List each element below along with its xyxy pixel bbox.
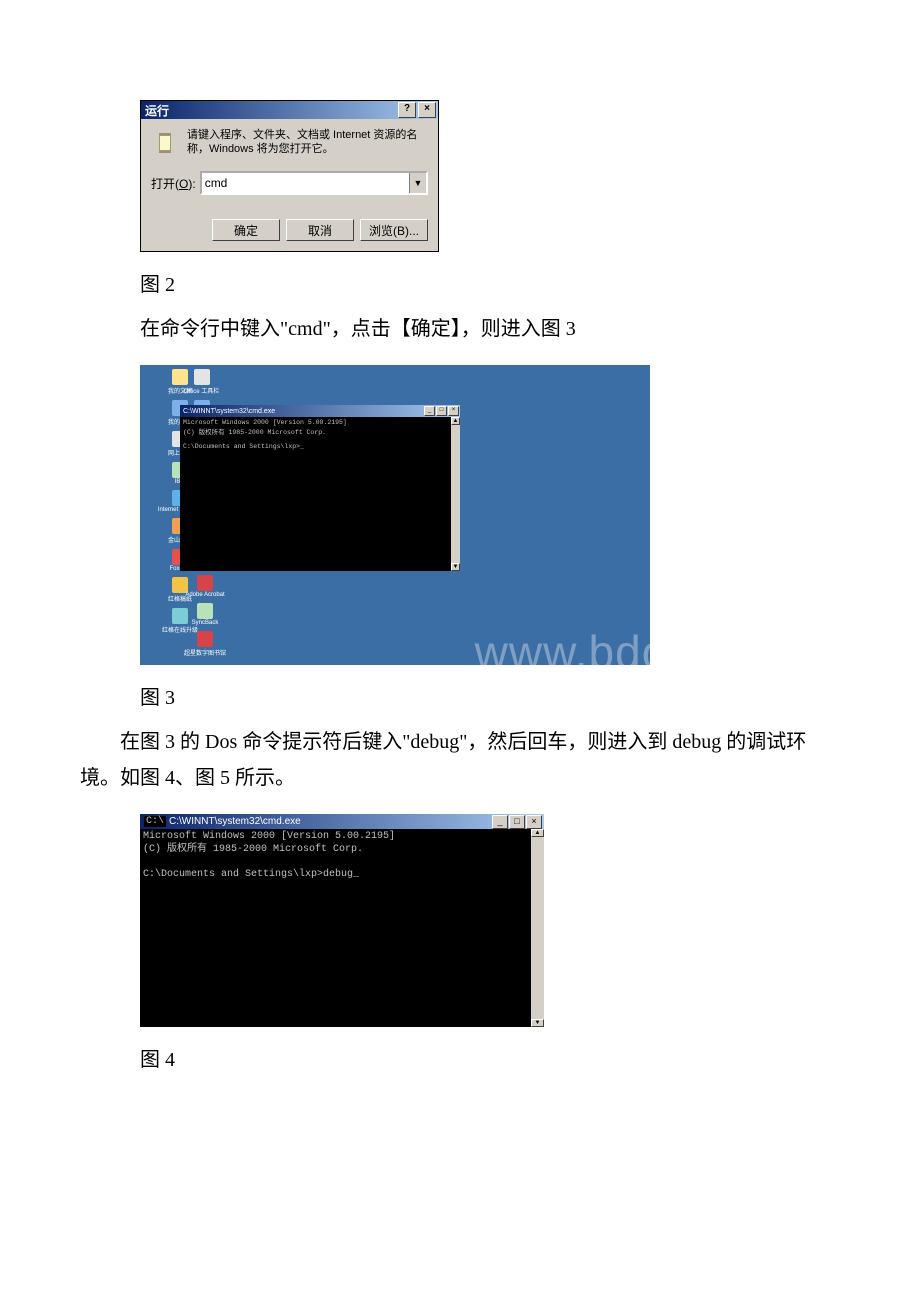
figure3-caption: 图 3 [140, 681, 920, 710]
cmd-title-text: C:\WINNT\system32\cmd.exe [183, 408, 423, 415]
cmd-output[interactable]: Microsoft Windows 2000 [Version 5.00.219… [140, 829, 531, 1027]
cmd-title-icon: C:\ [144, 816, 166, 827]
run-dialog-buttons: 确定 取消 浏览(B)... [141, 215, 438, 251]
desktop-icon[interactable]: Adobe Acrobat [184, 575, 226, 598]
ok-button[interactable]: 确定 [212, 219, 280, 241]
run-hourglass-icon [151, 129, 179, 157]
desktop-icon[interactable]: Office 工具栏 [184, 369, 219, 395]
run-dialog-message: 请键入程序、文件夹、文档或 Internet 资源的名称，Windows 将为您… [187, 129, 428, 157]
help-button[interactable]: ? [398, 102, 416, 118]
cmd-title-text: C:\WINNT\system32\cmd.exe [169, 816, 491, 827]
cancel-button[interactable]: 取消 [286, 219, 354, 241]
paragraph-1: 在命令行中键入"cmd"，点击【确定】，则进入图 3 [140, 311, 780, 347]
scrollbar[interactable] [451, 417, 460, 571]
cmd-window-small[interactable]: C:\WINNT\system32\cmd.exe _ □ × Microsof… [180, 405, 460, 571]
run-dialog: 运行 ? × 请键入程序、文件夹、文档或 Internet 资源的名称，Wind… [140, 100, 439, 252]
minimize-button[interactable]: _ [492, 815, 508, 829]
open-label: 打开(O): [151, 175, 196, 192]
windows-desktop: 我的文档 我的电脑 网上邻居 IBM Internet Explorer 金山词… [140, 365, 650, 665]
dropdown-arrow-icon[interactable]: ▼ [409, 173, 426, 193]
desktop-icon[interactable]: 超星数字图书馆 [184, 631, 226, 657]
run-dialog-titlebar[interactable]: 运行 ? × [141, 101, 438, 119]
figure2-caption: 图 2 [140, 268, 920, 297]
figure4-caption: 图 4 [140, 1043, 920, 1072]
maximize-button[interactable]: □ [436, 406, 447, 416]
close-button[interactable]: × [418, 102, 436, 118]
cmd-titlebar[interactable]: C:\ C:\WINNT\system32\cmd.exe _ □ × [140, 814, 544, 829]
close-button[interactable]: × [526, 815, 542, 829]
maximize-button[interactable]: □ [509, 815, 525, 829]
open-input[interactable] [202, 173, 409, 193]
browse-button[interactable]: 浏览(B)... [360, 219, 428, 241]
desktop-icons-col2b: Adobe Acrobat SyncBack 超星数字图书馆 [184, 575, 226, 657]
minimize-button[interactable]: _ [424, 406, 435, 416]
open-combobox[interactable]: ▼ [200, 171, 428, 195]
run-dialog-title: 运行 [145, 102, 396, 119]
cmd-titlebar[interactable]: C:\WINNT\system32\cmd.exe _ □ × [180, 405, 460, 417]
cmd-window-large[interactable]: C:\ C:\WINNT\system32\cmd.exe _ □ × Micr… [140, 814, 544, 1027]
watermark: www.bdocx.com [475, 625, 650, 665]
cmd-output[interactable]: Microsoft Windows 2000 [Version 5.00.219… [180, 417, 460, 571]
paragraph-2: 在图 3 的 Dos 命令提示符后键入"debug"，然后回车，则进入到 deb… [80, 724, 840, 796]
close-button[interactable]: × [448, 406, 459, 416]
scrollbar[interactable] [531, 829, 544, 1027]
desktop-icon[interactable]: SyncBack [184, 603, 226, 626]
run-dialog-body: 请键入程序、文件夹、文档或 Internet 资源的名称，Windows 将为您… [141, 119, 438, 215]
